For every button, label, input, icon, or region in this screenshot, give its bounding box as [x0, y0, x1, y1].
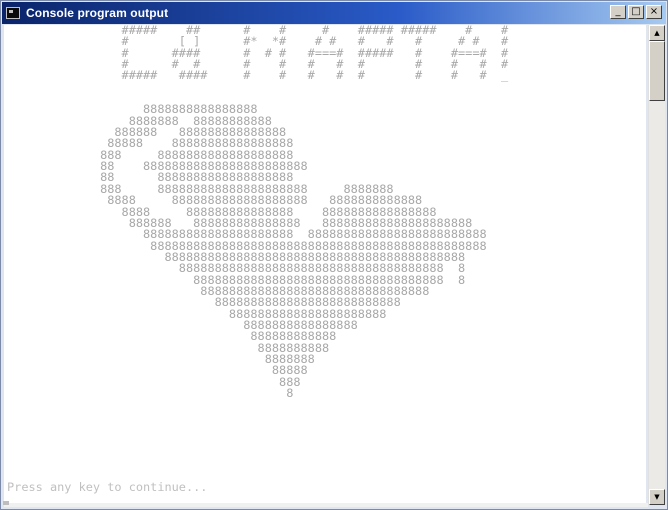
scroll-down-icon[interactable]: ▼	[649, 489, 665, 505]
minimize-button[interactable]: _	[610, 5, 626, 19]
window-controls: _ □ ×	[610, 5, 662, 19]
resize-grip-icon[interactable]	[3, 501, 9, 505]
scroll-thumb[interactable]	[649, 41, 665, 101]
title-bar[interactable]: Console program output _ □ ×	[2, 2, 666, 24]
console-window: Console program output _ □ × ##### ## # …	[0, 0, 668, 510]
maximize-button[interactable]: □	[628, 5, 644, 19]
window-title: Console program output	[26, 6, 169, 20]
scroll-up-icon[interactable]: ▲	[649, 25, 665, 41]
close-button[interactable]: ×	[646, 5, 662, 19]
console-app-icon[interactable]	[6, 7, 20, 19]
console-output-area[interactable]: ##### ## # # # ##### ##### # # # [ ] #* …	[4, 25, 646, 505]
vertical-scrollbar[interactable]: ▲ ▼	[648, 25, 665, 505]
continue-prompt: Press any key to continue...	[7, 480, 208, 494]
bottom-border-strip	[4, 503, 648, 507]
console-output-text: ##### ## # # # ##### ##### # # # [ ] #* …	[100, 25, 509, 400]
